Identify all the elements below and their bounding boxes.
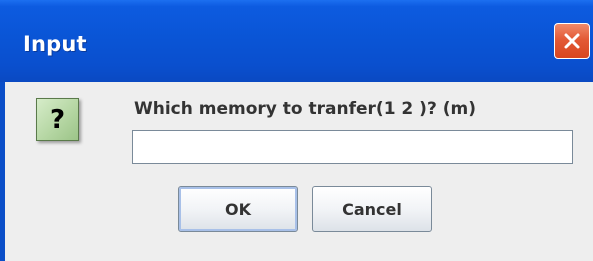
dialog-title: Input [23, 32, 87, 56]
cancel-button[interactable]: Cancel [312, 186, 432, 232]
ok-button[interactable]: OK [178, 186, 298, 232]
dialog-content: ? Which memory to tranfer(1 2 )? (m) OK … [5, 82, 593, 261]
input-dialog: Input ? Which memory to tranfer(1 2 )? (… [0, 0, 593, 261]
close-icon [564, 33, 580, 49]
prompt-label: Which memory to tranfer(1 2 )? (m) [134, 99, 476, 119]
memory-input[interactable] [132, 130, 573, 164]
title-bar[interactable]: Input [0, 0, 593, 82]
close-button[interactable] [554, 23, 590, 59]
question-icon: ? [36, 98, 79, 141]
